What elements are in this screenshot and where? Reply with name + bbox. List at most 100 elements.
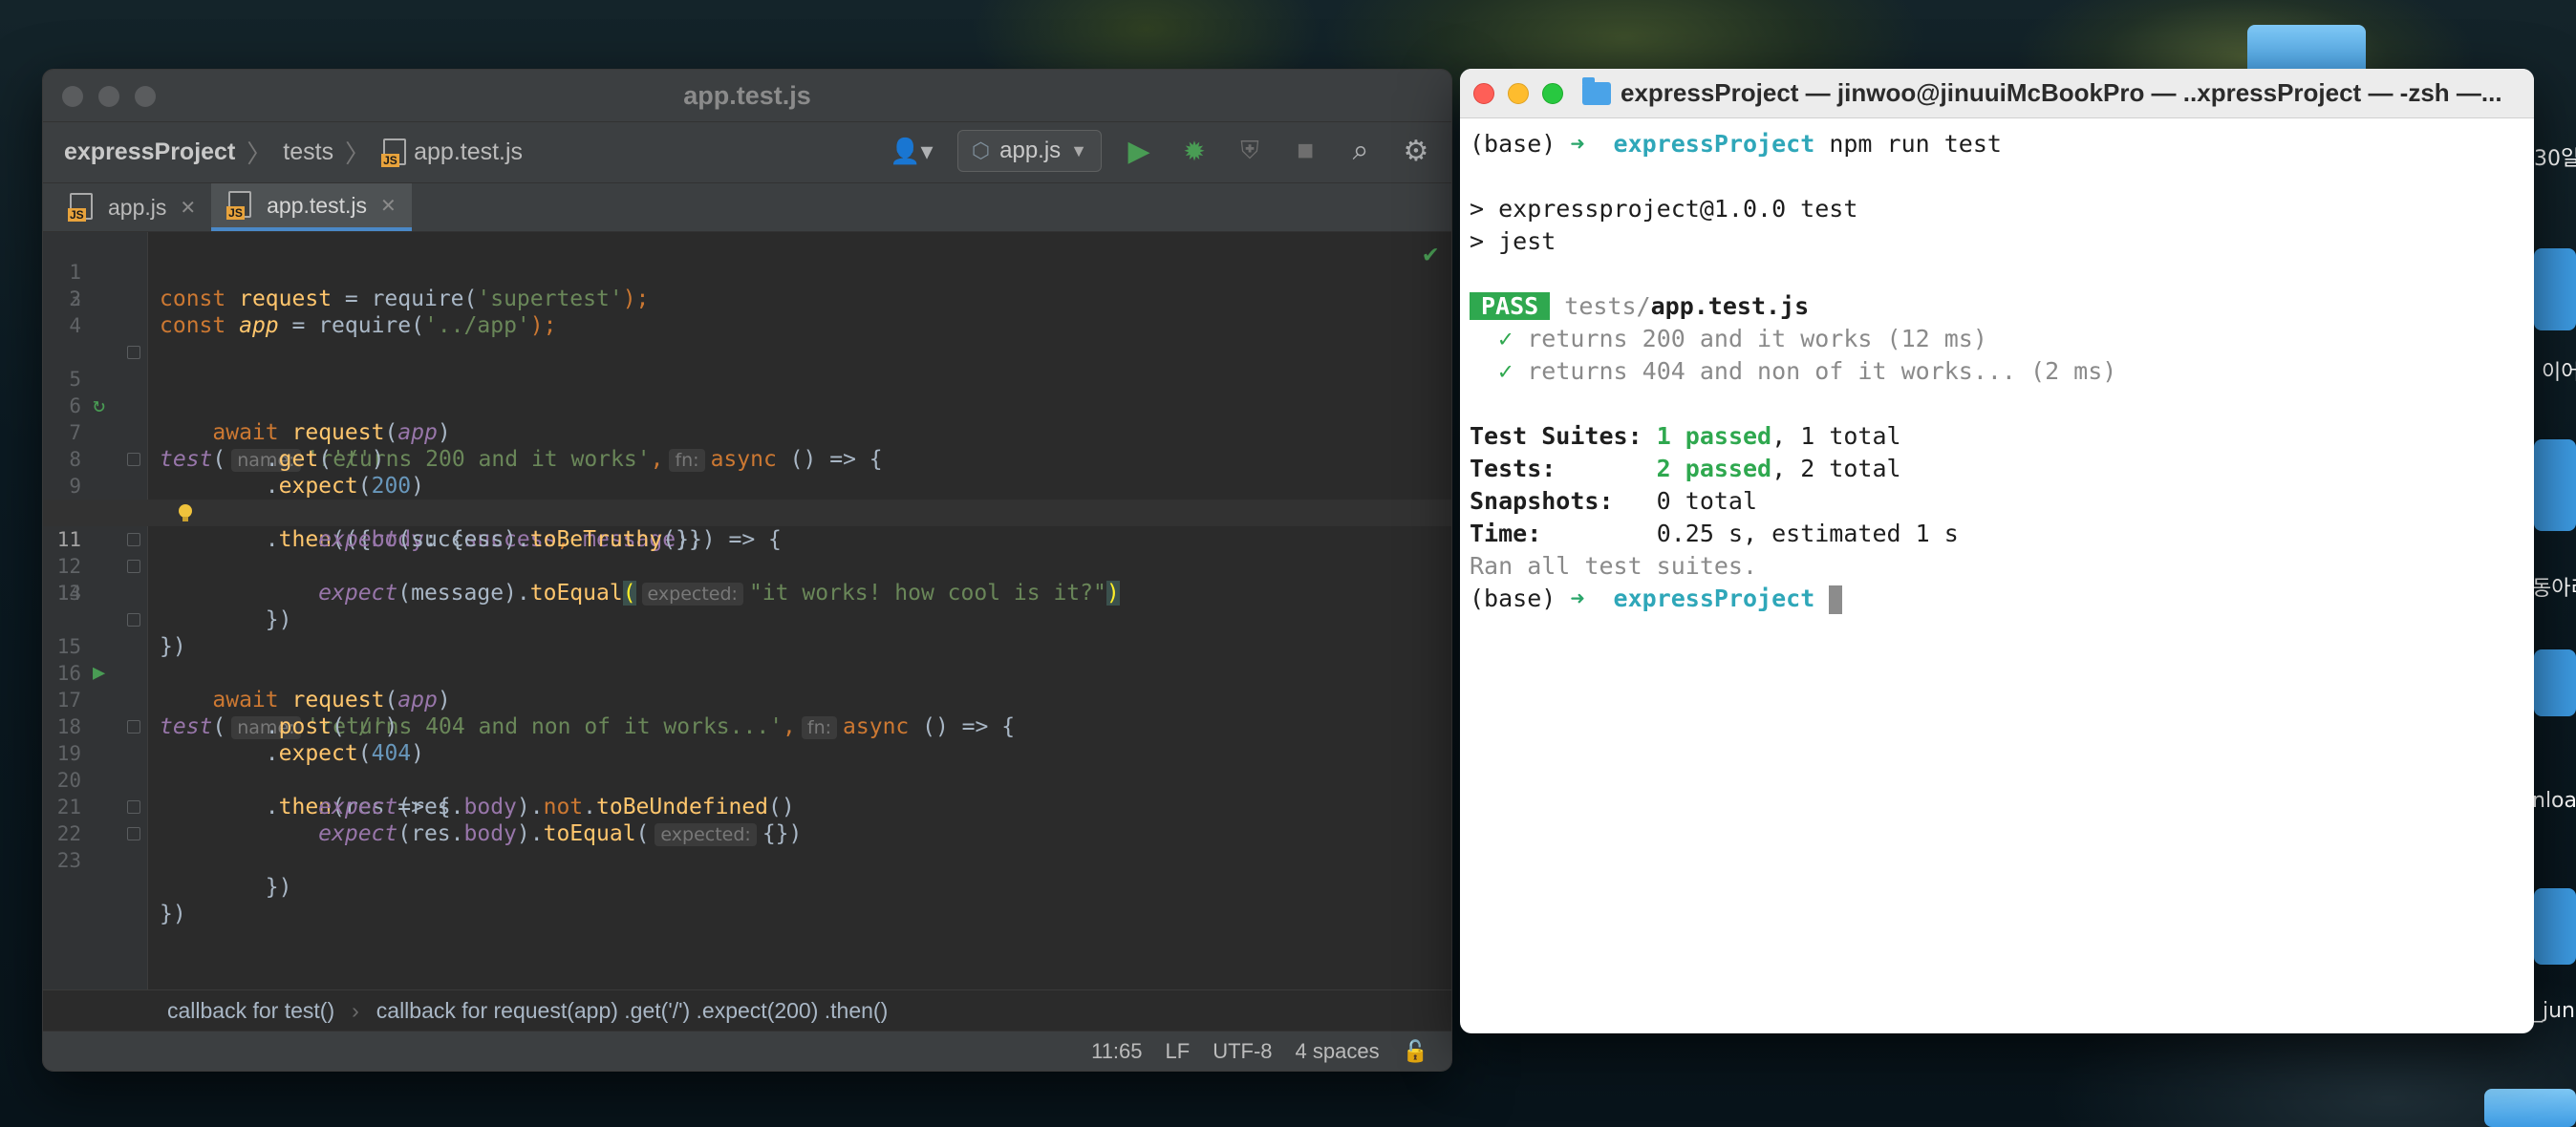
code-line: 14	[43, 580, 1451, 606]
test-result-line: ✓ returns 404 and non of it works... (2 …	[1470, 355, 2524, 388]
code-line: 17 .post('/')	[43, 660, 1451, 739]
line-number: 4	[69, 314, 81, 337]
zoom-window-button[interactable]	[135, 86, 156, 107]
terminal-output[interactable]: (base) ➜ expressProject npm run test > e…	[1460, 118, 2534, 625]
folder-icon	[1582, 76, 1611, 105]
ide-window: app.test.js expressProject 〉 tests 〉 app…	[42, 69, 1452, 1072]
prompt-env: (base)	[1470, 585, 1556, 612]
fold-marker-icon[interactable]	[127, 560, 140, 573]
chevron-down-icon: ▼	[1070, 140, 1087, 160]
line-separator[interactable]: LF	[1166, 1039, 1191, 1064]
code-token: })	[265, 875, 292, 900]
stop-icon[interactable]: ■	[1287, 133, 1323, 169]
fold-marker-icon[interactable]	[127, 720, 140, 734]
summary-label: Time:	[1470, 520, 1542, 547]
file-encoding[interactable]: UTF-8	[1213, 1039, 1272, 1064]
tab-app-js[interactable]: app.js ✕	[53, 183, 211, 231]
close-icon[interactable]: ✕	[180, 196, 196, 220]
zoom-window-button[interactable]	[1542, 82, 1563, 104]
summary-line: Tests: 2 passed, 2 total	[1470, 453, 2524, 485]
ide-titlebar[interactable]: app.test.js	[43, 70, 1451, 121]
fold-marker-icon[interactable]	[127, 827, 140, 840]
summary-value: 0.25 s, estimated 1 s	[1656, 520, 1959, 547]
lock-icon[interactable]: 🔓	[1403, 1039, 1428, 1064]
js-test-file-icon	[226, 191, 252, 220]
nodejs-icon: ⬡	[971, 138, 991, 162]
breadcrumb-file[interactable]: app.test.js	[414, 138, 523, 166]
prompt-arrow: ➜	[1570, 585, 1585, 612]
toolbar: 👤▾ ⬡ app.js ▼ ▶ ✹ ⛨ ■ ⌕ ⚙	[885, 130, 1434, 172]
folder-icon[interactable]	[2484, 1089, 2576, 1127]
line-number: 14	[56, 582, 81, 605]
test-path-file: app.test.js	[1650, 292, 1810, 320]
terminal-prompt-line: (base) ➜ expressProject	[1470, 583, 2524, 615]
close-icon[interactable]: ✕	[380, 194, 397, 218]
file-icon[interactable]	[2534, 439, 2576, 531]
code-line: 12 })	[43, 526, 1451, 632]
window-controls	[62, 86, 156, 107]
chevron-right-icon: 〉	[247, 139, 272, 168]
minimize-window-button[interactable]	[1508, 82, 1529, 104]
fold-marker-icon[interactable]	[127, 346, 140, 359]
fold-marker-icon[interactable]	[127, 800, 140, 814]
close-window-button[interactable]	[1473, 82, 1494, 104]
breadcrumb-folder[interactable]: tests	[283, 138, 333, 166]
code-line: 6 await request(app)	[43, 366, 1451, 445]
summary-line: Time: 0.25 s, estimated 1 s	[1470, 518, 2524, 550]
cursor-position[interactable]: 11:65	[1091, 1039, 1142, 1064]
code-line: 4	[43, 312, 1451, 339]
run-icon[interactable]: ▶	[1121, 133, 1157, 169]
summary-label: Test Suites:	[1470, 422, 1642, 450]
summary-line: Test Suites: 1 passed, 1 total	[1470, 420, 2524, 453]
terminal-command: npm run test	[1829, 130, 2002, 158]
summary-line: Snapshots: 0 total	[1470, 485, 2524, 518]
code-breadcrumb-item[interactable]: callback for test()	[167, 998, 334, 1024]
fold-marker-icon[interactable]	[127, 453, 140, 466]
code-line: 21 expect(res.body).toEqual(expected:{})	[43, 767, 1451, 846]
file-icon[interactable]	[2534, 888, 2576, 965]
code-editor[interactable]: ✔ 1 const request = require('supertest')…	[43, 232, 1451, 989]
minimize-window-button[interactable]	[98, 86, 119, 107]
desktop-label: 이어	[2542, 361, 2576, 385]
check-icon: ✓	[1498, 357, 1513, 385]
chevron-right-icon: 〉	[345, 139, 371, 168]
js-file-icon	[381, 138, 407, 167]
terminal-window: expressProject — jinwoo@jinuuiMcBookPro …	[1460, 69, 2534, 1033]
run-configuration-select[interactable]: ⬡ app.js ▼	[956, 130, 1102, 172]
fold-marker-icon[interactable]	[127, 613, 140, 627]
gear-icon[interactable]: ⚙	[1398, 133, 1434, 169]
terminal-line: > expressproject@1.0.0 test	[1470, 195, 1858, 223]
code-line: 3	[43, 286, 1451, 312]
js-file-icon	[68, 193, 93, 222]
coverage-icon[interactable]: ⛨	[1232, 133, 1268, 169]
code-line: 5 ↻ test(name:'returns 200 and it works'…	[43, 339, 1451, 472]
code-line: 8 .expect(200)	[43, 419, 1451, 499]
code-breadcrumb-item[interactable]: callback for request(app) .get('/') .exp…	[376, 998, 888, 1024]
user-dropdown-icon[interactable]: 👤▾	[885, 133, 938, 169]
prompt-arrow: ➜	[1570, 130, 1585, 158]
summary-value: 0 total	[1656, 487, 1758, 515]
code-breadcrumb-bar: callback for test() › callback for reque…	[43, 989, 1451, 1031]
tab-app-test-js[interactable]: app.test.js ✕	[211, 183, 412, 231]
code-line: 23 })	[43, 820, 1451, 926]
terminal-cursor[interactable]	[1829, 585, 1843, 614]
close-window-button[interactable]	[62, 86, 83, 107]
code-line: 18 .expect(404)	[43, 687, 1451, 766]
lightbulb-icon[interactable]	[177, 503, 194, 524]
file-icon[interactable]	[2534, 248, 2576, 330]
summary-passed: 1 passed	[1656, 422, 1772, 450]
indent-setting[interactable]: 4 spaces	[1296, 1039, 1380, 1064]
prompt-env: (base)	[1470, 130, 1556, 158]
terminal-titlebar[interactable]: expressProject — jinwoo@jinuuiMcBookPro …	[1460, 69, 2534, 118]
prompt-directory: expressProject	[1613, 585, 1815, 612]
fold-marker-icon[interactable]	[127, 533, 140, 546]
navigation-bar: expressProject 〉 tests 〉 app.test.js 👤▾ …	[43, 121, 1451, 182]
file-icon[interactable]	[2534, 649, 2576, 716]
debug-icon[interactable]: ✹	[1176, 133, 1213, 169]
breadcrumb-project[interactable]: expressProject	[64, 138, 235, 166]
search-icon[interactable]: ⌕	[1342, 133, 1379, 169]
terminal-title-text: expressProject — jinwoo@jinuuiMcBookPro …	[1621, 78, 2502, 107]
